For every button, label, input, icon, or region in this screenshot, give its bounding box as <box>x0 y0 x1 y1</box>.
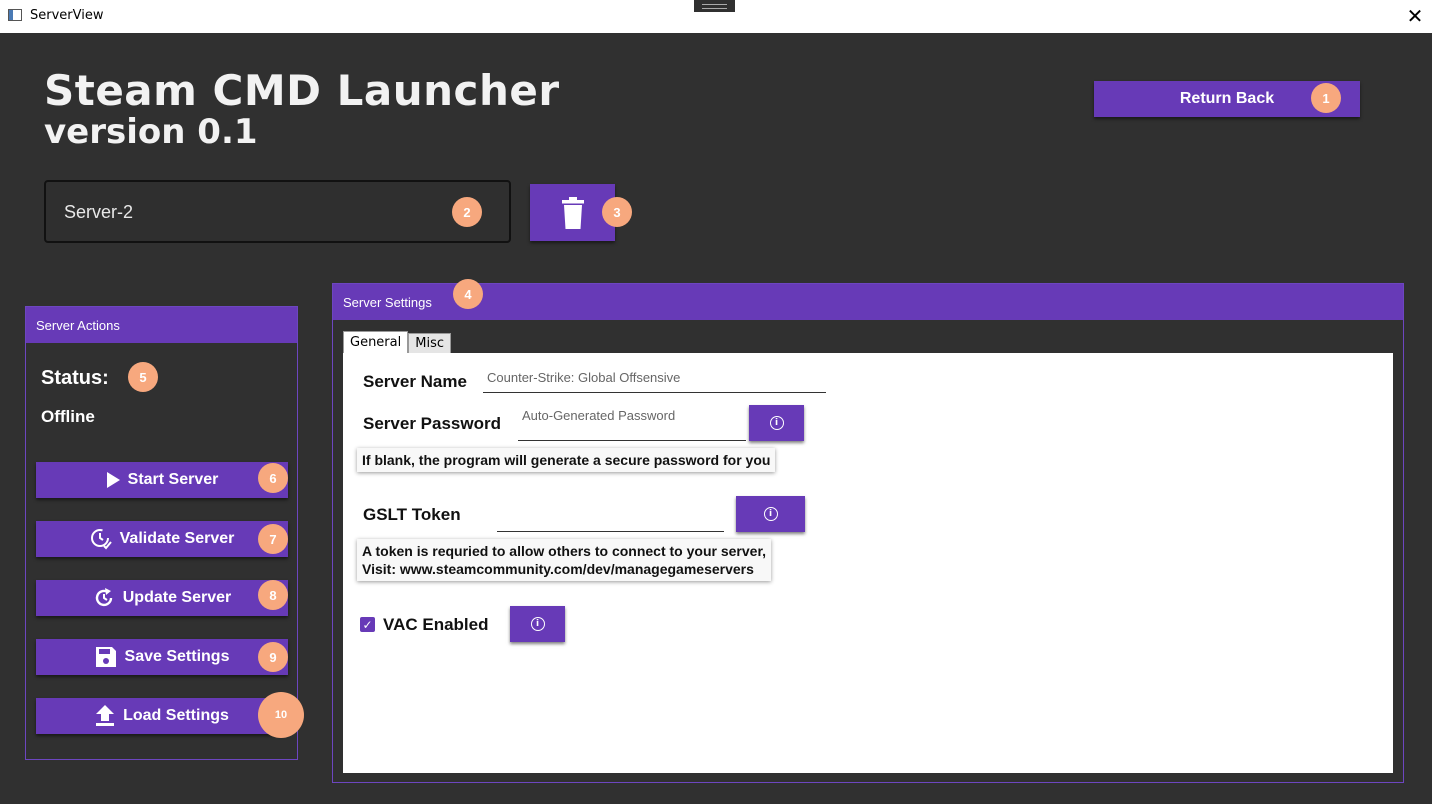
server-name-value: Server-2 <box>64 202 134 222</box>
server-name-field[interactable]: Server-2 <box>44 180 511 243</box>
refresh-icon <box>95 588 112 607</box>
window-title: ServerView <box>30 8 104 23</box>
load-settings-label: Load Settings <box>123 707 229 724</box>
trash-icon <box>561 196 584 229</box>
update-server-button[interactable]: Update Server <box>36 580 288 616</box>
drag-grip-icon[interactable] <box>694 0 735 12</box>
gslt-token-input[interactable] <box>497 503 724 532</box>
status-value: Offline <box>41 407 95 426</box>
info-icon: i <box>530 617 545 631</box>
clock-check-icon <box>90 529 112 550</box>
app-version: version 0.1 <box>44 112 258 152</box>
server-settings-header: Server Settings <box>333 284 1403 320</box>
info-icon: i <box>763 507 778 521</box>
info-icon: i <box>769 416 784 430</box>
marker-badge: 10 <box>258 692 304 738</box>
vac-enabled-label: VAC Enabled <box>383 615 489 634</box>
marker-badge: 1 <box>1311 83 1341 113</box>
marker-badge: 4 <box>453 279 483 309</box>
server-name-input[interactable]: Counter-Strike: Global Offsensive <box>483 370 826 393</box>
server-password-label: Server Password <box>363 414 501 433</box>
vac-enabled-checkbox[interactable]: ✓ <box>360 617 375 632</box>
upload-icon <box>96 705 115 726</box>
vac-info-button[interactable]: i <box>510 606 565 642</box>
server-actions-header: Server Actions <box>26 307 297 343</box>
status-label: Status: <box>41 367 109 389</box>
marker-badge: 2 <box>452 197 482 227</box>
settings-tabs: General Misc <box>343 331 451 353</box>
tab-misc[interactable]: Misc <box>408 333 451 353</box>
close-icon[interactable]: ✕ <box>1402 3 1428 29</box>
server-password-input[interactable]: Auto-Generated Password <box>518 408 746 441</box>
gslt-info-button[interactable]: i <box>736 496 805 532</box>
marker-badge: 7 <box>258 524 288 554</box>
validate-server-label: Validate Server <box>119 530 235 547</box>
load-settings-button[interactable]: Load Settings <box>36 698 288 734</box>
server-actions-panel: Server Actions Status: Offline Start Ser… <box>25 306 298 760</box>
general-tab-content: Server Name Counter-Strike: Global Offse… <box>343 353 1393 773</box>
gslt-token-label: GSLT Token <box>363 505 461 524</box>
start-server-label: Start Server <box>127 471 219 488</box>
gslt-tooltip-line: Visit: www.steamcommunity.com/dev/manage… <box>362 561 754 577</box>
save-settings-button[interactable]: Save Settings <box>36 639 288 675</box>
marker-badge: 5 <box>128 362 158 392</box>
floppy-disk-icon <box>95 647 116 667</box>
update-server-label: Update Server <box>122 589 232 606</box>
play-icon <box>106 472 120 488</box>
start-server-button[interactable]: Start Server <box>36 462 288 498</box>
app-window-icon <box>8 9 22 21</box>
server-name-label: Server Name <box>363 372 467 391</box>
marker-badge: 3 <box>602 197 632 227</box>
window-titlebar: ServerView ✕ <box>0 0 1432 33</box>
server-settings-panel: Server Settings General Misc Server Name… <box>332 283 1404 783</box>
marker-badge: 9 <box>258 642 288 672</box>
password-tooltip: If blank, the program will generate a se… <box>357 448 776 472</box>
save-settings-label: Save Settings <box>124 648 230 665</box>
gslt-tooltip: A token is requried to allow others to c… <box>357 539 772 581</box>
gslt-tooltip-line: A token is requried to allow others to c… <box>362 543 767 559</box>
tab-general[interactable]: General <box>343 331 409 353</box>
password-info-button[interactable]: i <box>749 405 804 441</box>
marker-badge: 6 <box>258 463 288 493</box>
validate-server-button[interactable]: Validate Server <box>36 521 288 557</box>
marker-badge: 8 <box>258 580 288 610</box>
app-title: Steam CMD Launcher <box>44 66 560 115</box>
